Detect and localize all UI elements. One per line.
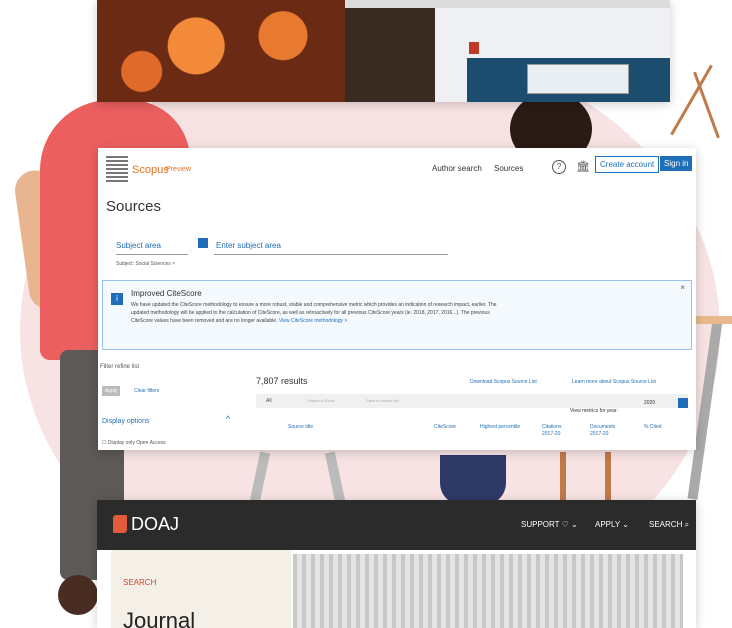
clear-filters-link[interactable]: Clear filters: [134, 388, 159, 394]
elsevier-logo: [106, 156, 128, 182]
view-metrics-label: View metrics for year:: [570, 408, 618, 414]
page-heading: Journal: [123, 608, 196, 628]
display-options-label[interactable]: Display options: [102, 418, 149, 425]
woman-legs-illustration: [440, 455, 506, 505]
books-photo: [293, 554, 683, 628]
page-title: Sources: [106, 198, 162, 215]
notice-text: We have updated the CiteScore methodolog…: [131, 302, 497, 324]
stool-leg: [605, 452, 611, 502]
doaj-logo-icon: [113, 515, 127, 533]
dark-image-panel: [345, 8, 435, 102]
column-header[interactable]: % Cited: [644, 424, 680, 431]
year-select[interactable]: 2020: [644, 400, 655, 406]
table-top: [690, 316, 732, 324]
column-header[interactable]: Citations 2017-20: [542, 424, 574, 438]
year-select-button[interactable]: [678, 398, 688, 408]
nav-apply[interactable]: APPLY ⌄: [595, 520, 629, 529]
scopus-screenshot: Scopus Preview Author search Sources ? 🏛…: [98, 148, 696, 450]
info-icon: i: [111, 293, 123, 305]
preview-label: Preview: [166, 166, 191, 173]
doaj-logo[interactable]: DOAJ: [131, 514, 179, 535]
site-logo: [469, 42, 479, 54]
select-all-dropdown[interactable]: All: [266, 398, 272, 404]
subject-area-dropdown[interactable]: Subject area: [116, 241, 161, 250]
citescore-methodology-link[interactable]: View CiteScore methodology >: [279, 318, 347, 324]
filter-refine-label: Filter refine list: [100, 364, 140, 370]
learn-more-link[interactable]: Learn more about Scopus Source List: [572, 379, 656, 385]
plant-decoration: [693, 71, 720, 139]
scopus-brand[interactable]: Scopus: [132, 164, 169, 176]
create-account-button[interactable]: Create account: [595, 156, 660, 173]
apply-filter-button[interactable]: Apply: [102, 386, 120, 396]
man-shoe-illustration: [58, 575, 98, 615]
notice-title: Improved CiteScore: [131, 289, 202, 298]
download-source-list-link[interactable]: Download Scopus Source List: [470, 379, 537, 385]
institution-icon[interactable]: 🏛: [576, 160, 590, 173]
nav-author-search[interactable]: Author search: [432, 164, 482, 173]
column-header[interactable]: Source title: [288, 424, 348, 431]
nav-sources[interactable]: Sources: [494, 164, 523, 173]
doaj-screenshot: DOAJ SUPPORT ♡ ⌄ APPLY ⌄ SEARCH ⌕ SEARCH…: [97, 500, 696, 628]
sign-in-button[interactable]: Sign in: [660, 156, 693, 171]
help-icon[interactable]: ?: [552, 160, 566, 174]
column-header[interactable]: Highest percentile: [480, 424, 530, 431]
open-access-checkbox-label[interactable]: ☐ Display only Open Access: [102, 440, 166, 446]
close-icon[interactable]: ×: [680, 283, 685, 292]
citescore-notice: i Improved CiteScore We have updated the…: [102, 280, 692, 350]
results-count: 7,807 results: [256, 376, 308, 386]
nav-support[interactable]: SUPPORT ♡ ⌄: [521, 520, 578, 529]
collage-screenshot-top: [97, 0, 670, 102]
subject-area-input-underline: [214, 254, 448, 255]
search-label: SEARCH: [123, 578, 157, 587]
subject-filter-tag[interactable]: Subject: Social Sciences ×: [116, 261, 175, 267]
nav-search[interactable]: SEARCH ⌕: [649, 520, 689, 530]
stool-leg: [560, 452, 566, 502]
chevron-up-icon[interactable]: ^: [226, 414, 230, 424]
subject-area-input[interactable]: Enter subject area: [216, 241, 281, 250]
search-box[interactable]: [527, 64, 629, 94]
export-excel-button[interactable]: Export to Excel: [308, 398, 335, 403]
subject-area-underline: [116, 254, 188, 255]
virus-image: [97, 0, 345, 102]
subject-area-toggle-button[interactable]: [198, 238, 208, 248]
column-header[interactable]: Documents 2017-20: [590, 424, 628, 438]
save-source-list-button[interactable]: Save to source list: [366, 398, 399, 403]
column-header[interactable]: CiteScore: [434, 424, 474, 431]
